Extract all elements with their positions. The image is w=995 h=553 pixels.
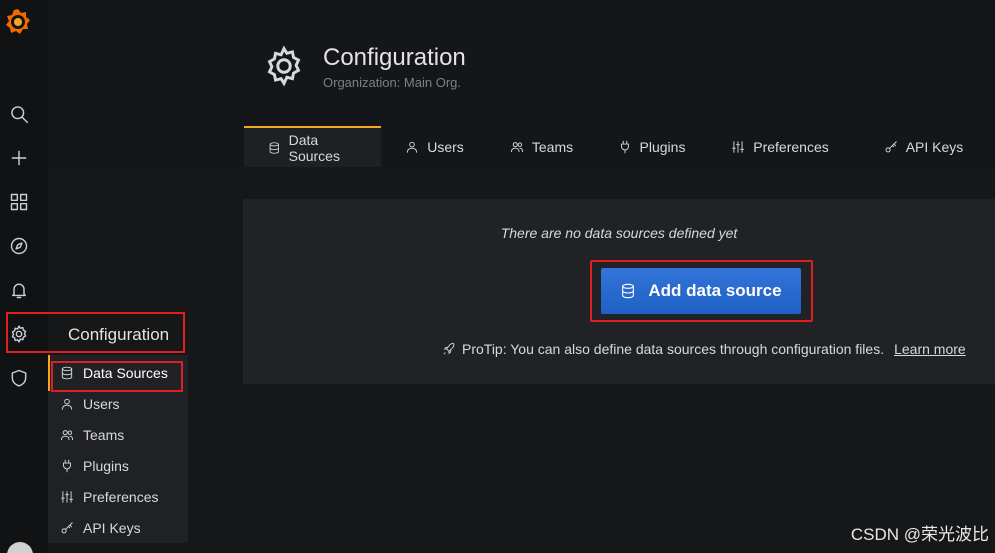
add-button-highlight: Add data source [590,260,813,322]
active-indicator [48,355,50,391]
protip: ProTip: You can also define data sources… [442,341,966,357]
submenu-label: Plugins [83,458,129,474]
empty-message: There are no data sources defined yet [500,225,738,241]
plug-icon [63,459,71,473]
grafana-logo-icon[interactable] [2,6,34,38]
user-icon [61,398,73,410]
rocket-icon [443,343,455,355]
key-icon [885,140,897,152]
plus-icon[interactable] [6,145,32,171]
explore-icon[interactable] [6,233,32,259]
protip-text: ProTip: You can also define data sources… [462,341,885,357]
tab-data-sources[interactable]: Data Sources [244,126,381,167]
sliders-icon [732,140,745,153]
submenu-label: Data Sources [83,365,168,381]
submenu-label: API Keys [83,520,141,536]
configuration-menu-title[interactable]: Configuration [68,325,169,345]
database-icon [61,366,73,380]
users-icon [60,430,74,441]
submenu-item-users[interactable]: Users [60,394,120,414]
tab-api-keys[interactable]: API Keys [852,126,995,167]
tab-users[interactable]: Users [381,126,488,167]
tab-teams[interactable]: Teams [488,126,595,167]
tab-label: API Keys [905,138,964,155]
tab-bar: Data Sources Users Teams Plugins Prefere… [244,126,995,167]
gear-icon [262,44,306,88]
tab-label: Data Sources [288,131,340,164]
avatar[interactable] [7,542,33,553]
side-nav [0,0,48,553]
key-icon [61,522,73,534]
tab-label: Users [427,138,464,155]
alert-bell-icon[interactable] [6,277,32,303]
tab-label: Plugins [639,138,686,155]
search-icon[interactable] [6,101,32,127]
add-button-label: Add data source [648,281,782,300]
empty-list-panel: There are no data sources defined yet Ad… [243,199,995,384]
submenu-item-plugins[interactable]: Plugins [60,456,129,476]
submenu-item-teams[interactable]: Teams [60,425,124,445]
sliders-icon [60,491,74,503]
submenu-label: Teams [83,427,125,443]
submenu-label: Preferences [83,489,159,505]
tab-label: Preferences [753,138,829,155]
users-icon [510,141,523,152]
page-title: Configuration [323,44,466,71]
submenu-item-preferences[interactable]: Preferences [60,487,158,507]
tab-label: Teams [531,138,574,155]
submenu-item-data-sources[interactable]: Data Sources [60,363,168,383]
learn-more-link[interactable]: Learn more [894,341,966,357]
watermark: CSDN @荣光波比 [850,525,989,544]
shield-icon[interactable] [6,365,32,391]
plug-icon [620,140,629,153]
page-subtitle: Organization: Main Org. [323,75,462,90]
database-icon [622,283,635,299]
user-icon [407,141,418,153]
submenu-item-api-keys[interactable]: API Keys [60,518,141,538]
database-icon [269,141,279,154]
submenu-label: Users [83,396,120,412]
tab-plugins[interactable]: Plugins [595,126,708,167]
dashboards-icon[interactable] [6,189,32,215]
add-data-source-button[interactable]: Add data source [601,268,801,314]
tab-preferences[interactable]: Preferences [708,126,852,167]
